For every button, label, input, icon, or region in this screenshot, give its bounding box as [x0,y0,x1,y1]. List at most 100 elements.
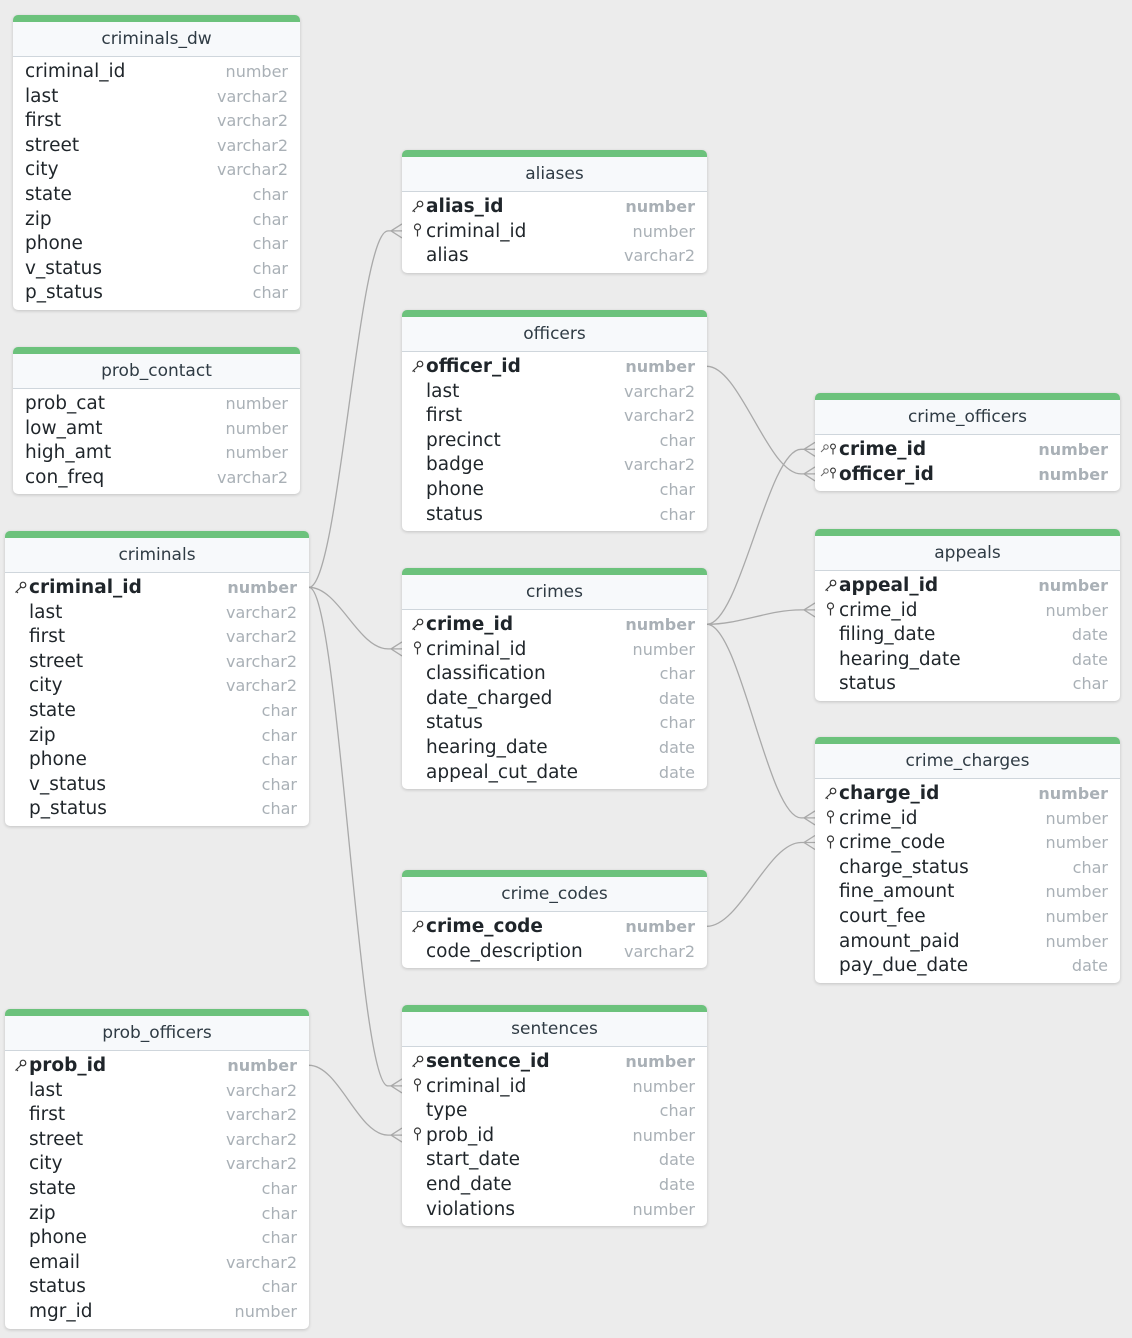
column-name: court_fee [839,905,926,927]
column-row[interactable]: alias varchar2 [402,243,707,268]
column-row[interactable]: hearing_date date [815,647,1120,672]
column-row[interactable]: con_freq varchar2 [13,465,300,490]
column-row[interactable]: mgr_id number [5,1299,309,1324]
column-row[interactable]: first varchar2 [5,1102,309,1127]
column-row[interactable]: low_amt number [13,416,300,441]
column-row[interactable]: first varchar2 [5,624,309,649]
table-crime-codes[interactable]: crime_codes crime_code number code_descript… [402,870,707,969]
column-row[interactable]: last varchar2 [13,84,300,109]
relation-line[interactable] [308,586,402,1087]
relation-line[interactable] [308,230,402,588]
table-prob-contact[interactable]: prob_contact prob_cat number low_amt number h… [13,347,300,495]
column-row[interactable]: criminal_id number [5,575,309,600]
column-row[interactable]: first varchar2 [402,403,707,428]
column-row[interactable]: street varchar2 [13,133,300,158]
column-row[interactable]: badge varchar2 [402,452,707,477]
table-prob-officers[interactable]: prob_officers prob_id number last varchar2 fi… [5,1009,309,1329]
column-row[interactable]: zip char [13,207,300,232]
column-row[interactable]: sentence_id number [402,1049,707,1074]
table-crime-officers[interactable]: crime_officers crime_id number officer_id nu… [815,393,1120,492]
relation-line[interactable] [706,448,815,625]
column-row[interactable]: appeal_id number [815,573,1120,598]
column-row[interactable]: email varchar2 [5,1250,309,1275]
column-row[interactable]: charge_id number [815,781,1120,806]
column-row[interactable]: p_status char [5,796,309,821]
column-row[interactable]: p_status char [13,280,300,305]
column-row[interactable]: v_status char [5,772,309,797]
column-row[interactable]: court_fee number [815,904,1120,929]
column-row[interactable]: alias_id number [402,194,707,219]
column-row[interactable]: date_charged date [402,686,707,711]
column-row[interactable]: criminal_id number [13,59,300,84]
relation-line[interactable] [706,841,815,927]
column-name: state [29,1177,76,1199]
column-row[interactable]: precinct char [402,428,707,453]
column-row[interactable]: charge_status char [815,855,1120,880]
column-row[interactable]: zip char [5,1201,309,1226]
column-row[interactable]: street varchar2 [5,649,309,674]
column-row[interactable]: end_date date [402,1172,707,1197]
table-aliases[interactable]: aliases alias_id number criminal_id number al… [402,150,707,273]
column-row[interactable]: fine_amount number [815,879,1120,904]
column-row[interactable]: zip char [5,723,309,748]
column-row[interactable]: amount_paid number [815,929,1120,954]
column-row[interactable]: code_description varchar2 [402,939,707,964]
column-row[interactable]: v_status char [13,256,300,281]
column-row[interactable]: status char [402,710,707,735]
table-officers[interactable]: officers officer_id number last varchar2 firs… [402,310,707,532]
column-row[interactable]: crime_id number [815,806,1120,831]
relation-line[interactable] [308,586,402,650]
column-row[interactable]: classification char [402,661,707,686]
column-row[interactable]: first varchar2 [13,108,300,133]
column-row[interactable]: criminal_id number [402,1074,707,1099]
relation-line[interactable] [706,623,815,819]
column-row[interactable]: pay_due_date date [815,953,1120,978]
column-row[interactable]: city varchar2 [5,673,309,698]
table-crimes[interactable]: crimes crime_id number criminal_id number cla… [402,568,707,790]
column-row[interactable]: last varchar2 [5,1078,309,1103]
column-name: date_charged [426,687,553,709]
column-row[interactable]: state char [5,1176,309,1201]
column-row[interactable]: appeal_cut_date date [402,760,707,785]
column-row[interactable]: high_amt number [13,440,300,465]
column-row[interactable]: crime_code number [815,830,1120,855]
column-row[interactable]: crime_id number [815,598,1120,623]
column-row[interactable]: violations number [402,1197,707,1222]
column-row[interactable]: state char [5,698,309,723]
column-row[interactable]: street varchar2 [5,1127,309,1152]
column-row[interactable]: criminal_id number [402,219,707,244]
column-row[interactable]: status char [402,502,707,527]
column-row[interactable]: filing_date date [815,622,1120,647]
column-row[interactable]: state char [13,182,300,207]
column-row[interactable]: crime_id number [815,437,1120,462]
column-row[interactable]: hearing_date date [402,735,707,760]
column-row[interactable]: type char [402,1098,707,1123]
column-row[interactable]: prob_cat number [13,391,300,416]
relation-line[interactable] [706,609,815,625]
column-row[interactable]: phone char [5,1225,309,1250]
column-row[interactable]: criminal_id number [402,637,707,662]
column-row[interactable]: status char [815,671,1120,696]
column-row[interactable]: crime_code number [402,914,707,939]
column-row[interactable]: crime_id number [402,612,707,637]
column-row[interactable]: phone char [13,231,300,256]
column-row[interactable]: last varchar2 [5,600,309,625]
column-row[interactable]: phone char [5,747,309,772]
relation-line[interactable] [308,1064,402,1136]
column-row[interactable]: status char [5,1274,309,1299]
column-row[interactable]: officer_id number [402,354,707,379]
table-criminals-dw[interactable]: criminals_dw criminal_id number last varchar… [13,15,300,310]
column-row[interactable]: last varchar2 [402,379,707,404]
table-crime-charges[interactable]: crime_charges charge_id number crime_id numb… [815,737,1120,983]
column-row[interactable]: prob_id number [402,1123,707,1148]
column-row[interactable]: city varchar2 [13,157,300,182]
column-row[interactable]: start_date date [402,1147,707,1172]
column-row[interactable]: officer_id number [815,462,1120,487]
table-sentences[interactable]: sentences sentence_id number criminal_id num… [402,1005,707,1227]
relation-line[interactable] [706,365,815,475]
table-appeals[interactable]: appeals appeal_id number crime_id number fili… [815,529,1120,701]
column-row[interactable]: prob_id number [5,1053,309,1078]
column-row[interactable]: phone char [402,477,707,502]
table-criminals[interactable]: criminals criminal_id number last varchar2 fi… [5,531,309,826]
column-row[interactable]: city varchar2 [5,1151,309,1176]
